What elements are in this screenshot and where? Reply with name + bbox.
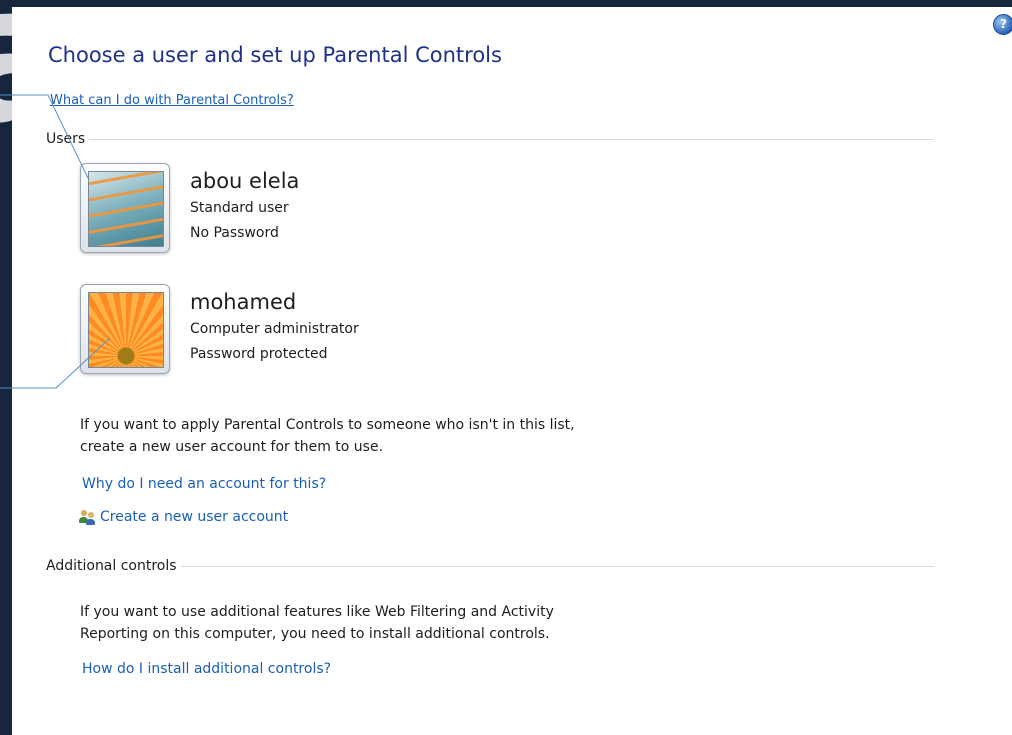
user-tile-mohamed[interactable]: mohamed Computer administrator Password … — [80, 284, 500, 384]
add-user-info-text: If you want to apply Parental Controls t… — [80, 414, 575, 458]
why-account-link[interactable]: Why do I need an account for this? — [82, 476, 326, 492]
user-password-status: Password protected — [190, 346, 328, 362]
additional-controls-info-text: If you want to use additional features l… — [80, 601, 554, 645]
callout-lines — [0, 94, 111, 389]
user-account-type: Standard user — [190, 200, 289, 216]
info-line: create a new user account for them to us… — [80, 439, 384, 455]
info-line: If you want to use additional features l… — [80, 604, 554, 620]
user-password-status: No Password — [190, 225, 279, 241]
user-name: abou elela — [190, 169, 300, 193]
users-section-header: Users — [46, 131, 934, 147]
user-tile-abou-elela[interactable]: abou elela Standard user No Password — [80, 163, 500, 263]
create-user-row[interactable]: Create a new user account — [78, 509, 288, 525]
help-icon[interactable]: ? — [993, 14, 1012, 35]
user-account-type: Computer administrator — [190, 321, 359, 337]
create-user-account-link[interactable]: Create a new user account — [100, 509, 288, 525]
install-controls-link[interactable]: How do I install additional controls? — [82, 661, 331, 677]
parental-controls-panel: ? Choose a user and set up Parental Cont… — [0, 7, 1012, 735]
additional-controls-label: Additional controls — [46, 558, 177, 574]
info-line: If you want to apply Parental Controls t… — [80, 417, 575, 433]
section-divider — [89, 138, 934, 140]
info-line: Reporting on this computer, you need to … — [80, 626, 550, 642]
user-name: mohamed — [190, 290, 297, 314]
users-icon — [78, 509, 98, 525]
section-divider — [180, 565, 934, 567]
additional-controls-section-header: Additional controls — [46, 558, 934, 574]
